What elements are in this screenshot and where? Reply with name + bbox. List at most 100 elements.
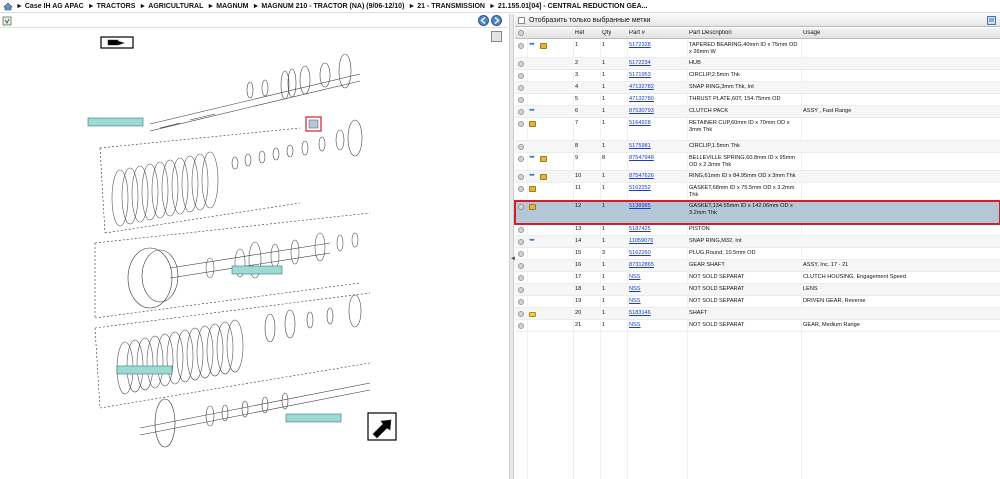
status-dot-icon[interactable] — [518, 121, 524, 127]
status-dot-icon[interactable] — [518, 275, 524, 281]
part-number[interactable]: NSS — [629, 298, 641, 305]
nav-back-icon[interactable] — [478, 15, 489, 26]
part-usage: DRIVEN GEAR, Reverse — [803, 298, 866, 304]
part-number[interactable]: NSS — [629, 286, 641, 293]
status-dot-icon[interactable] — [518, 263, 524, 269]
status-dot-icon[interactable] — [518, 186, 524, 192]
breadcrumb-item-0[interactable]: ► Case IH AG APAC — [16, 3, 84, 10]
status-dot-icon[interactable] — [518, 85, 524, 91]
table-row[interactable]: 3 1 5171953 CIRCLIP,2.5mm Thk — [515, 70, 1000, 82]
table-row[interactable]: 2 1 5172234 HUB — [515, 58, 1000, 70]
home-icon[interactable] — [3, 2, 13, 11]
part-number[interactable]: 87312865 — [629, 262, 654, 269]
info-arrow-icon[interactable]: ➥ — [529, 172, 536, 179]
part-ref: 6 — [575, 108, 579, 114]
breadcrumb-item-3[interactable]: ► MAGNUM — [207, 3, 248, 10]
breadcrumb-item-1[interactable]: ► TRACTORS — [88, 3, 136, 10]
info-arrow-icon[interactable]: ➥ — [529, 107, 536, 114]
part-number[interactable]: 5171953 — [629, 72, 651, 79]
part-number[interactable]: 5183146 — [629, 310, 651, 317]
info-arrow-icon[interactable]: ➥ — [529, 154, 536, 161]
status-dot-icon[interactable] — [518, 239, 524, 245]
part-number[interactable]: 87547626 — [629, 173, 654, 180]
table-row[interactable]: 4 1 47132782 SNAP RING,3mm Thk, Int — [515, 82, 1000, 94]
col-qty[interactable]: Qty — [602, 30, 611, 37]
table-row[interactable]: 7 1 5164928 RETAINER CUP,60mm ID x 70mm OD … — [515, 118, 1000, 141]
part-number[interactable]: 87547948 — [629, 155, 654, 162]
part-number[interactable]: 5164928 — [629, 120, 651, 127]
part-number[interactable]: 11059076 — [629, 238, 653, 245]
status-dot-icon[interactable] — [518, 144, 524, 150]
status-dot-icon[interactable] — [518, 43, 524, 49]
table-row[interactable]: ➥ 1 1 5172328 TAPERED BEARING,40mm ID x 75mm… — [515, 40, 1000, 58]
status-dot-icon[interactable] — [518, 61, 524, 67]
table-row[interactable]: ➥ 6 1 87530793 CLUTCH PACK ASSY , Fast Range — [515, 106, 1000, 118]
status-dot-icon[interactable] — [518, 227, 524, 233]
part-number[interactable]: 47132782 — [629, 84, 654, 91]
status-dot-icon[interactable] — [518, 73, 524, 79]
part-ref: 4 — [575, 84, 579, 90]
status-dot-icon[interactable] — [518, 287, 524, 293]
table-row[interactable]: 5 1 47132780 THRUST PLATE,60T, 154.75mm OD — [515, 94, 1000, 106]
pane-splitter[interactable]: ◄ — [509, 14, 516, 479]
col-part[interactable]: Part # — [629, 30, 645, 37]
breadcrumb-item-4[interactable]: ► MAGNUM 210 - TRACTOR (NA) (9/06-12/10) — [253, 3, 405, 10]
part-number[interactable]: 47132780 — [629, 96, 654, 103]
package-icon[interactable] — [529, 204, 536, 210]
part-number[interactable]: 5162252 — [629, 185, 651, 192]
status-dot-icon[interactable] — [518, 323, 524, 329]
status-dot-icon[interactable] — [518, 251, 524, 257]
table-row[interactable]: 18 1 NSS NOT SOLD SEPARAT LENS — [515, 284, 1000, 296]
exploded-diagram[interactable] — [0, 28, 508, 479]
status-dot-icon[interactable] — [518, 299, 524, 305]
collapse-arrow-icon[interactable]: ◄ — [510, 256, 516, 266]
breadcrumb-item-6[interactable]: ► 21.155.01[04] - CENTRAL REDUCTION GEA.… — [489, 3, 648, 10]
breadcrumb-item-2[interactable]: ► AGRICULTURAL — [139, 3, 203, 10]
part-number[interactable]: 5172328 — [629, 42, 651, 49]
part-description: GEAR SHAFT — [689, 262, 725, 268]
table-row[interactable]: 16 1 87312865 GEAR SHAFT ASSY, Inc. 17 - 21 — [515, 260, 1000, 272]
part-number[interactable]: NSS — [629, 274, 641, 281]
part-number[interactable]: 5187425 — [629, 226, 651, 233]
filter-checkbox[interactable] — [518, 16, 525, 24]
print-icon[interactable] — [2, 16, 12, 26]
col-desc[interactable]: Part Description — [689, 30, 732, 37]
export-icon[interactable] — [987, 16, 996, 25]
package-icon[interactable] — [540, 174, 547, 180]
package-icon[interactable] — [529, 121, 536, 127]
status-dot-icon[interactable] — [518, 174, 524, 180]
part-number[interactable]: NSS — [629, 322, 641, 329]
table-row[interactable]: 21 1 NSS NOT SOLD SEPARAT GEAR, Medium Range — [515, 320, 1000, 332]
info-arrow-icon[interactable]: ➥ — [529, 237, 536, 244]
table-row[interactable]: 15 3 5162260 PLUG,Round, 10.5mm OD — [515, 248, 1000, 260]
table-row[interactable]: 11 1 5162252 GASKET,68mm ID x 75.5mm OD x 3… — [515, 183, 1000, 201]
info-arrow-icon[interactable]: ➥ — [529, 41, 536, 48]
table-row[interactable]: 20 1 5183146 SHAFT — [515, 308, 1000, 320]
table-row[interactable]: ➥ 9 8 87547948 BELLEVILLE SPRING,60.8mm ID x… — [515, 153, 1000, 171]
part-number[interactable]: 5162260 — [629, 250, 651, 257]
col-ref[interactable]: Ref — [575, 30, 584, 37]
nav-forward-icon[interactable] — [491, 15, 502, 26]
status-dot-icon[interactable] — [518, 156, 524, 162]
package-icon[interactable] — [529, 186, 536, 192]
part-number[interactable]: 5175981 — [629, 143, 651, 150]
package-icon[interactable] — [540, 43, 547, 49]
part-number[interactable]: 5138985 — [629, 203, 651, 210]
status-dot-icon[interactable] — [518, 109, 524, 115]
part-number[interactable]: 87530793 — [629, 108, 654, 115]
breadcrumb-item-5[interactable]: ► 21 - TRANSMISSION — [408, 3, 485, 10]
table-row[interactable]: 17 1 NSS NOT SOLD SEPARAT CLUTCH HOUSING, En… — [515, 272, 1000, 284]
table-row[interactable]: ➥ 14 1 11059076 SNAP RING,M32, Int — [515, 236, 1000, 248]
table-row[interactable]: 19 1 NSS NOT SOLD SEPARAT DRIVEN GEAR, Rever… — [515, 296, 1000, 308]
folder-icon[interactable] — [529, 312, 536, 317]
status-dot-icon[interactable] — [518, 97, 524, 103]
table-row[interactable]: ➥ 10 1 87547626 RING,61mm ID x 84.95mm OD x … — [515, 171, 1000, 183]
table-row[interactable]: 8 1 5175981 CIRCLIP,1.5mm Thk — [515, 141, 1000, 153]
table-row[interactable]: 12 1 5138985 GASKET,134.55mm ID x 142.06mm … — [514, 200, 1000, 225]
status-dot-icon[interactable] — [518, 311, 524, 317]
part-number[interactable]: 5172234 — [629, 60, 651, 67]
col-usage[interactable]: Usage — [803, 30, 820, 37]
package-icon[interactable] — [540, 156, 547, 162]
table-row[interactable]: 13 1 5187425 PISTON — [515, 224, 1000, 236]
status-dot-icon[interactable] — [518, 204, 524, 210]
